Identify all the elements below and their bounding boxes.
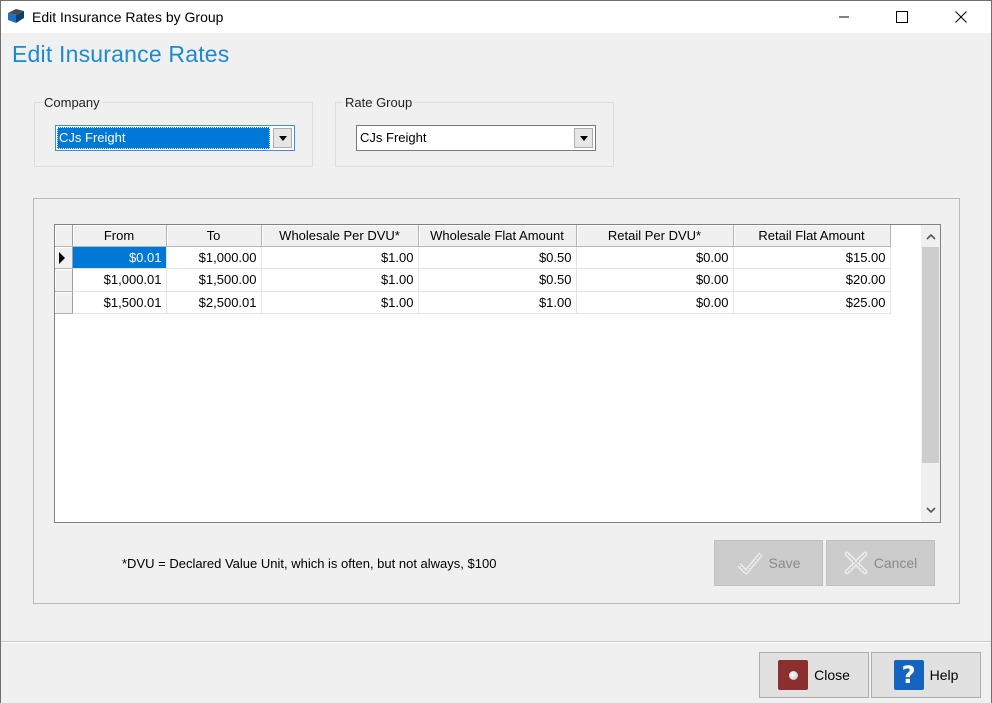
row-header[interactable] xyxy=(55,268,73,292)
table-row[interactable]: $1,000.01 $1,500.00 $1.00 $0.50 $0.00 $2… xyxy=(55,268,891,292)
cell-retail-per-dvu[interactable]: $0.00 xyxy=(576,246,734,269)
save-button[interactable]: Save xyxy=(714,540,823,586)
window-close-button[interactable] xyxy=(932,1,990,33)
company-select-value: CJs Freight xyxy=(57,127,270,149)
cancel-button[interactable]: Cancel xyxy=(826,540,935,586)
cell-wholesale-per-dvu[interactable]: $1.00 xyxy=(261,268,419,292)
cell-retail-per-dvu[interactable]: $0.00 xyxy=(576,291,734,314)
cell-to[interactable]: $1,500.00 xyxy=(166,268,262,292)
cell-retail-flat[interactable]: $25.00 xyxy=(733,291,891,314)
dvu-footnote: *DVU = Declared Value Unit, which is oft… xyxy=(122,556,497,571)
company-label: Company xyxy=(42,95,102,110)
minimize-button[interactable] xyxy=(815,1,873,33)
column-header-retail-per-dvu[interactable]: Retail Per DVU* xyxy=(576,225,734,247)
rate-group-label: Rate Group xyxy=(343,95,415,110)
cell-wholesale-flat[interactable]: $1.00 xyxy=(418,291,577,314)
company-select[interactable]: CJs Freight xyxy=(55,125,295,151)
rates-panel: From To Wholesale Per DVU* Wholesale Fla… xyxy=(33,198,960,604)
chevron-down-icon xyxy=(579,135,588,141)
cell-retail-per-dvu[interactable]: $0.00 xyxy=(576,268,734,292)
rate-group-select-value: CJs Freight xyxy=(360,130,427,145)
current-row-pointer-icon xyxy=(59,252,65,265)
chevron-down-icon xyxy=(925,507,936,514)
table-row[interactable]: $0.01 $1,000.00 $1.00 $0.50 $0.00 $15.00 xyxy=(55,246,891,269)
column-header-wholesale-flat-amount[interactable]: Wholesale Flat Amount xyxy=(418,225,577,247)
cell-retail-flat[interactable]: $20.00 xyxy=(733,268,891,292)
header-row: From To Wholesale Per DVU* Wholesale Fla… xyxy=(55,225,891,247)
rate-group-groupbox: Rate Group CJs Freight xyxy=(335,95,614,167)
x-icon xyxy=(844,551,868,575)
cancel-label: Cancel xyxy=(873,555,918,571)
cell-retail-flat[interactable]: $15.00 xyxy=(733,246,891,269)
close-label: Close xyxy=(814,667,850,683)
title-bar: Edit Insurance Rates by Group xyxy=(1,1,991,33)
cell-wholesale-per-dvu[interactable]: $1.00 xyxy=(261,291,419,314)
table-row[interactable]: $1,500.01 $2,500.01 $1.00 $1.00 $0.00 $2… xyxy=(55,291,891,314)
company-dropdown-button[interactable] xyxy=(273,128,292,148)
corner-header xyxy=(55,225,73,247)
page-heading: Edit Insurance Rates xyxy=(12,41,230,67)
cell-wholesale-flat[interactable]: $0.50 xyxy=(418,268,577,292)
window-title: Edit Insurance Rates by Group xyxy=(32,9,224,25)
dialog-window: Edit Insurance Rates by Group Edit Insur… xyxy=(0,0,992,703)
chevron-down-icon xyxy=(278,135,287,141)
cell-from[interactable]: $1,000.01 xyxy=(72,268,167,292)
question-mark-icon: ? xyxy=(893,660,924,690)
maximize-icon xyxy=(896,11,908,23)
company-groupbox: Company CJs Freight xyxy=(34,95,313,167)
minimize-icon xyxy=(839,16,849,18)
vertical-scrollbar[interactable] xyxy=(921,225,940,522)
scroll-down-button[interactable] xyxy=(921,501,940,520)
cell-from[interactable]: $0.01 xyxy=(72,246,167,269)
stop-icon xyxy=(778,660,809,690)
scroll-up-button[interactable] xyxy=(921,227,940,246)
rates-table: From To Wholesale Per DVU* Wholesale Fla… xyxy=(55,225,891,314)
close-button[interactable]: Close xyxy=(759,652,869,698)
rate-group-select[interactable]: CJs Freight xyxy=(356,125,596,151)
help-button[interactable]: ? Help xyxy=(871,652,981,698)
column-header-retail-flat-amount[interactable]: Retail Flat Amount xyxy=(733,225,891,247)
cell-from[interactable]: $1,500.01 xyxy=(72,291,167,314)
column-header-from[interactable]: From xyxy=(72,225,167,247)
checkmark-icon xyxy=(736,552,763,575)
cell-wholesale-flat[interactable]: $0.50 xyxy=(418,246,577,269)
cell-to[interactable]: $1,000.00 xyxy=(166,246,262,269)
maximize-button[interactable] xyxy=(873,1,931,33)
column-header-to[interactable]: To xyxy=(166,225,262,247)
rate-group-dropdown-button[interactable] xyxy=(574,128,593,148)
close-icon xyxy=(955,11,967,23)
row-header[interactable] xyxy=(55,246,73,269)
help-label: Help xyxy=(929,667,959,683)
scrollbar-thumb[interactable] xyxy=(922,247,939,463)
cell-to[interactable]: $2,500.01 xyxy=(166,291,262,314)
footer-separator xyxy=(1,641,991,643)
chevron-up-icon xyxy=(925,233,936,240)
app-icon xyxy=(7,7,25,25)
rates-grid[interactable]: From To Wholesale Per DVU* Wholesale Fla… xyxy=(54,224,941,523)
cell-wholesale-per-dvu[interactable]: $1.00 xyxy=(261,246,419,269)
row-header[interactable] xyxy=(55,291,73,314)
save-label: Save xyxy=(768,555,801,571)
column-header-wholesale-per-dvu[interactable]: Wholesale Per DVU* xyxy=(261,225,419,247)
